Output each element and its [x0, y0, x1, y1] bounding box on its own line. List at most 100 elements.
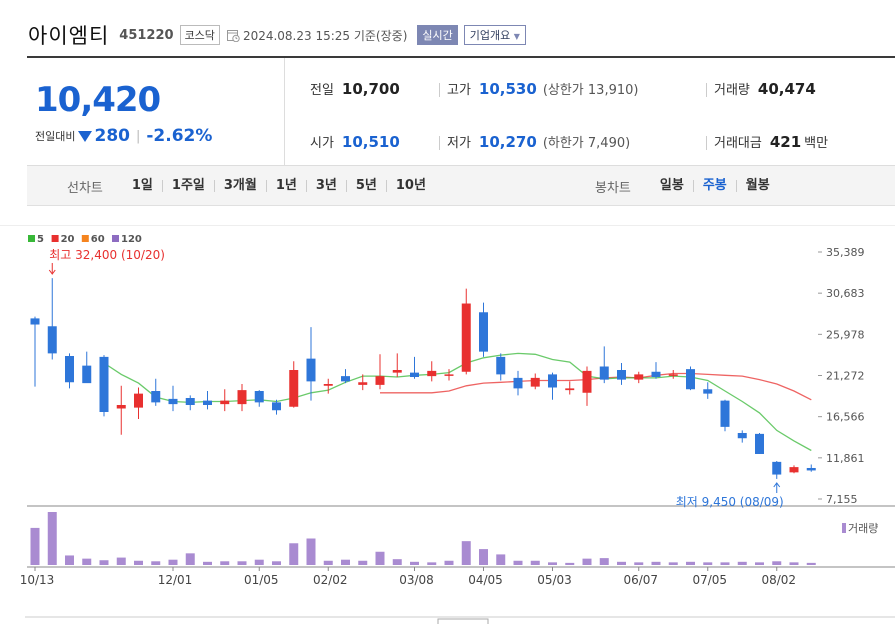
candle-body [289, 370, 299, 407]
amount-unit: 백만 [804, 136, 829, 151]
y-tick-label: 7,155 [826, 493, 858, 506]
volume-bar [237, 561, 247, 565]
volume-stat: 거래량 40,474 [714, 79, 816, 98]
candle-body [720, 400, 730, 427]
volume-bar [479, 549, 488, 565]
volume-bar [565, 562, 575, 565]
tab-3y[interactable]: 3년 [305, 179, 346, 192]
volume-bar [548, 562, 557, 565]
candle-chart-label: 봉차트 [595, 180, 631, 196]
low-value: 10,270 [478, 133, 537, 151]
legend-label-ma60: 60 [91, 234, 105, 245]
legend-label-ma20: 20 [61, 234, 75, 245]
volume-bar [513, 560, 523, 565]
line-chart-label: 선차트 [67, 180, 103, 196]
realtime-button[interactable]: 실시간 [417, 25, 458, 45]
low-stat: 저가 10,270 (하한가 7,490) [447, 132, 630, 151]
change-separator: | [135, 128, 141, 144]
y-tick-label: 21,272 [826, 370, 865, 383]
volume-bar [651, 561, 661, 565]
volume-bar [755, 562, 764, 565]
x-tick-label: 06/07 [623, 573, 658, 587]
company-overview-label: 기업개요 [469, 29, 511, 42]
tab-3m[interactable]: 3개월 [213, 179, 266, 192]
candle-body [582, 370, 592, 393]
weekly-candle-chart: 35,389 30,683 25,978 21,272 16,566 11,861 7,15… [0, 225, 895, 624]
candle-body [599, 366, 609, 380]
candle-body [461, 303, 471, 372]
candle-body [806, 467, 816, 471]
candle-body [755, 433, 764, 454]
volume-bar [634, 562, 644, 565]
x-tick-label: 01/05 [244, 573, 279, 587]
divider [439, 136, 440, 150]
max-price-annotation: 최고 32,400 (10/20) [49, 248, 165, 262]
current-price-box: 10,420 전일대비 280 | -2.62% [27, 58, 285, 166]
candle-body [254, 391, 264, 403]
tab-1d[interactable]: 1일 [123, 179, 162, 192]
volume-bar [392, 559, 402, 565]
change-value: 280 [94, 126, 130, 146]
volume-bar [306, 538, 316, 565]
volume-bar [82, 558, 92, 565]
volume-legend-label: 거래량 [848, 522, 878, 535]
min-price-annotation: 최저 9,450 (08/09) [676, 495, 784, 509]
tab-5y[interactable]: 5년 [345, 179, 386, 192]
candle-body [548, 374, 557, 388]
x-tick-label: 02/02 [313, 573, 348, 587]
volume-bar [30, 527, 40, 565]
legend-swatch-ma120 [112, 235, 119, 242]
tab-1w[interactable]: 1주일 [161, 179, 214, 192]
volume-bar [668, 562, 678, 565]
legend-swatch-ma5 [28, 235, 35, 242]
candle-body [168, 398, 178, 405]
candle-body [151, 391, 161, 403]
x-tick-label: 08/02 [761, 573, 796, 587]
candle-body [237, 390, 247, 405]
volume-bar [358, 560, 368, 565]
open-stat: 시가 10,510 [310, 132, 400, 151]
price-change: 전일대비 280 | -2.62% [35, 126, 212, 146]
volume-bar [617, 561, 626, 565]
candle-body [530, 377, 540, 387]
market-badge: 코스닥 [179, 25, 220, 45]
tab-10y[interactable]: 10년 [385, 179, 435, 192]
candle-body [634, 374, 644, 380]
tab-weekly[interactable]: 주봉 [692, 179, 736, 192]
candle-body [185, 398, 195, 405]
tab-daily[interactable]: 일봉 [651, 179, 693, 192]
company-overview-dropdown[interactable]: 기업개요 ▼ [463, 25, 526, 45]
line-chart-tabs: 선차트 1일 1주일 3개월 1년 3년 5년 10년 [67, 166, 435, 206]
quote-panel: 10,420 전일대비 280 | -2.62% 전일 10,700 고가 10… [27, 56, 895, 166]
candle-body [392, 370, 402, 373]
volume-bar [530, 560, 540, 565]
y-tick-label: 35,389 [826, 246, 865, 259]
volume-bar [185, 553, 195, 565]
candle-body [479, 312, 488, 352]
volume-bar [375, 551, 385, 565]
high-value: 10,530 [478, 80, 537, 98]
prev-close-value: 10,700 [341, 80, 400, 98]
candle-body [99, 356, 109, 412]
x-tick-label: 07/05 [692, 573, 727, 587]
tab-monthly[interactable]: 월봉 [735, 179, 779, 192]
volume-bar [496, 554, 506, 565]
volume-label: 거래량 [714, 83, 750, 98]
y-tick-label: 30,683 [826, 287, 865, 300]
tab-1y[interactable]: 1년 [265, 179, 306, 192]
candle-body [617, 370, 626, 380]
volume-bar [582, 558, 592, 565]
open-value: 10,510 [341, 133, 400, 151]
volume-bar [703, 562, 713, 565]
chart-scroll-handle [437, 618, 489, 624]
volume-bar [461, 541, 471, 565]
candle-body [341, 376, 350, 382]
high-stat: 고가 10,530 (상한가 13,910) [447, 79, 638, 98]
volume-bar [410, 561, 419, 565]
stock-name: 아이엠티 [28, 24, 110, 48]
chart-period-bar: 선차트 1일 1주일 3개월 1년 3년 5년 10년 봉차트 일봉 주봉 월봉 [27, 166, 895, 206]
legend-label-ma5: 5 [37, 234, 44, 245]
candle-body [375, 376, 385, 385]
x-tick-label: 12/01 [158, 573, 193, 587]
stock-header: 아이엠티 451220 코스닥 2024.08.23 15:25 기준(장중) … [28, 18, 526, 52]
